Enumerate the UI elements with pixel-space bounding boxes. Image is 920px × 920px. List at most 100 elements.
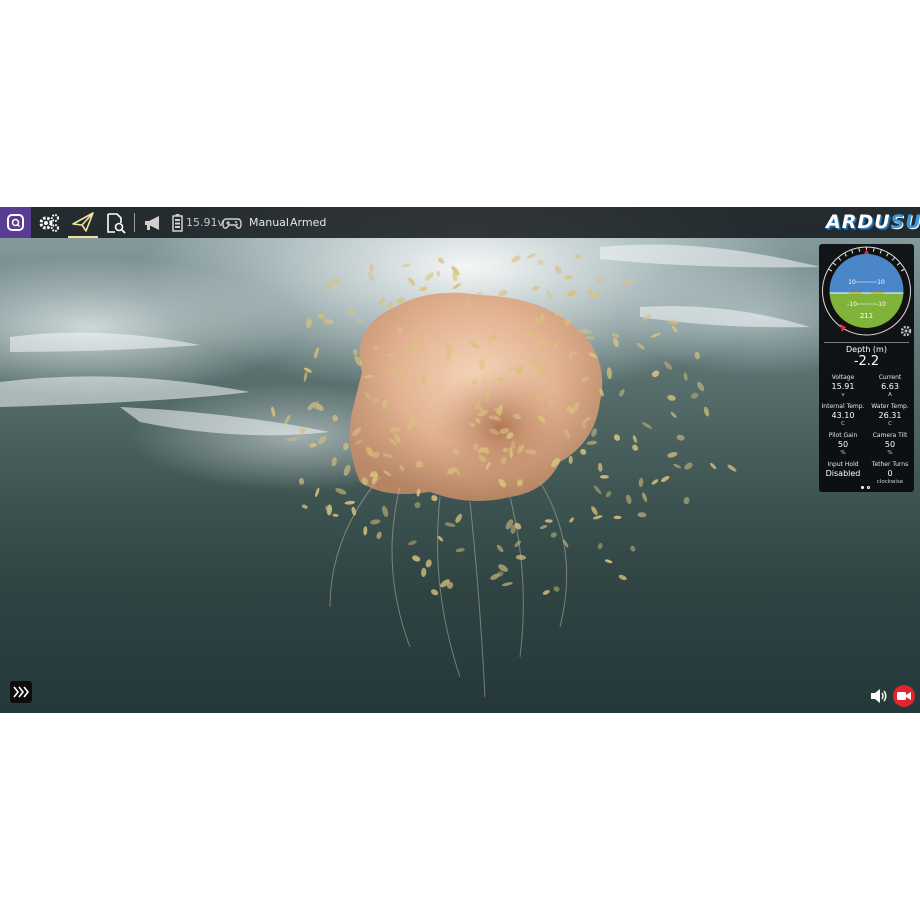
fish bbox=[408, 277, 416, 286]
top-toolbar: 15.91v Manual Armed ARDUSUB bbox=[0, 207, 920, 238]
input-hold-label: Input Hold bbox=[827, 461, 859, 468]
fish bbox=[343, 464, 351, 476]
fish bbox=[344, 500, 356, 505]
joystick-indicator[interactable] bbox=[221, 207, 243, 238]
fish bbox=[694, 351, 700, 360]
fish bbox=[606, 367, 612, 380]
fish bbox=[619, 389, 625, 397]
current-value: 6.63 bbox=[881, 382, 899, 391]
underwater-scene bbox=[0, 244, 820, 698]
arm-status[interactable]: Armed bbox=[290, 207, 326, 238]
tether-turns-value: 0 bbox=[887, 469, 893, 478]
fish bbox=[444, 522, 456, 527]
fish bbox=[550, 532, 557, 538]
panel-divider bbox=[824, 342, 909, 343]
fish bbox=[625, 494, 632, 504]
fish bbox=[637, 512, 647, 518]
fish bbox=[425, 559, 432, 568]
fish bbox=[612, 337, 619, 348]
plan-view-button[interactable] bbox=[68, 207, 98, 238]
fish bbox=[650, 332, 661, 338]
fish bbox=[382, 505, 389, 518]
app-menu-icon bbox=[7, 214, 24, 231]
fish bbox=[355, 318, 365, 323]
voltage-unit: v bbox=[841, 392, 845, 398]
fish bbox=[671, 325, 678, 333]
fish bbox=[286, 437, 298, 442]
fish bbox=[301, 504, 308, 509]
fish bbox=[660, 475, 670, 483]
fish bbox=[553, 586, 560, 592]
fish bbox=[676, 434, 685, 441]
menu-button[interactable] bbox=[0, 207, 31, 238]
fish bbox=[353, 349, 358, 356]
page-dot[interactable] bbox=[867, 486, 870, 489]
fish bbox=[414, 502, 421, 509]
fish bbox=[667, 452, 678, 458]
chevrons-right-icon bbox=[13, 686, 29, 698]
fish bbox=[623, 279, 633, 286]
fish bbox=[387, 301, 393, 309]
fish bbox=[514, 540, 521, 548]
fish bbox=[309, 442, 317, 448]
fish bbox=[515, 554, 527, 560]
internal-temp-unit: C bbox=[841, 421, 845, 427]
fish bbox=[597, 462, 603, 472]
fish bbox=[271, 406, 276, 417]
water-temp-value: 26.31 bbox=[878, 411, 902, 420]
fish bbox=[710, 462, 717, 470]
fish bbox=[641, 422, 653, 429]
fish bbox=[605, 491, 612, 498]
gear-icon[interactable] bbox=[900, 325, 912, 337]
fish bbox=[332, 513, 339, 517]
fish bbox=[683, 372, 688, 381]
battery-indicator[interactable] bbox=[170, 207, 184, 238]
fish bbox=[574, 254, 581, 260]
fish bbox=[363, 526, 368, 536]
ardusub-app: 15.91v Manual Armed ARDUSUB bbox=[0, 207, 920, 713]
fish bbox=[332, 278, 341, 285]
fish bbox=[683, 497, 690, 505]
input-hold-value: Disabled bbox=[825, 469, 861, 478]
analyze-button[interactable] bbox=[103, 207, 129, 238]
fish bbox=[496, 544, 504, 553]
fish bbox=[314, 487, 320, 498]
record-button[interactable] bbox=[893, 685, 915, 707]
fish bbox=[314, 347, 319, 359]
fish bbox=[566, 290, 577, 298]
vehicle-setup-button[interactable] bbox=[36, 207, 62, 238]
fish bbox=[303, 371, 308, 382]
voltage-label: Voltage bbox=[831, 374, 855, 381]
fish bbox=[636, 342, 645, 350]
fish bbox=[351, 506, 357, 516]
flight-mode[interactable]: Manual bbox=[249, 207, 289, 238]
fish bbox=[455, 548, 465, 553]
fish bbox=[419, 286, 428, 292]
fish bbox=[595, 276, 604, 284]
fish bbox=[452, 283, 462, 290]
camera-tilt-label: Camera Tilt bbox=[872, 432, 908, 439]
fish bbox=[323, 318, 334, 325]
page-dot-active[interactable] bbox=[861, 486, 864, 489]
fish bbox=[638, 477, 644, 488]
fish bbox=[544, 519, 553, 523]
fish bbox=[591, 506, 598, 515]
fish bbox=[532, 286, 540, 291]
fish bbox=[611, 333, 620, 338]
fish bbox=[592, 515, 603, 520]
fish bbox=[697, 381, 705, 392]
pitch-label-upper-right: 10 bbox=[877, 279, 885, 286]
messages-button[interactable] bbox=[142, 207, 164, 238]
fish bbox=[554, 265, 562, 275]
fish bbox=[586, 440, 598, 445]
fish bbox=[424, 272, 434, 281]
volume-icon[interactable] bbox=[869, 687, 887, 705]
camera-tilt-value: 50 bbox=[884, 440, 896, 449]
fish bbox=[585, 336, 595, 340]
fish bbox=[501, 582, 513, 587]
fish bbox=[727, 464, 737, 472]
fish bbox=[690, 392, 699, 399]
fish bbox=[569, 517, 574, 523]
expand-drawer-button[interactable] bbox=[10, 681, 32, 703]
fish bbox=[378, 297, 385, 307]
